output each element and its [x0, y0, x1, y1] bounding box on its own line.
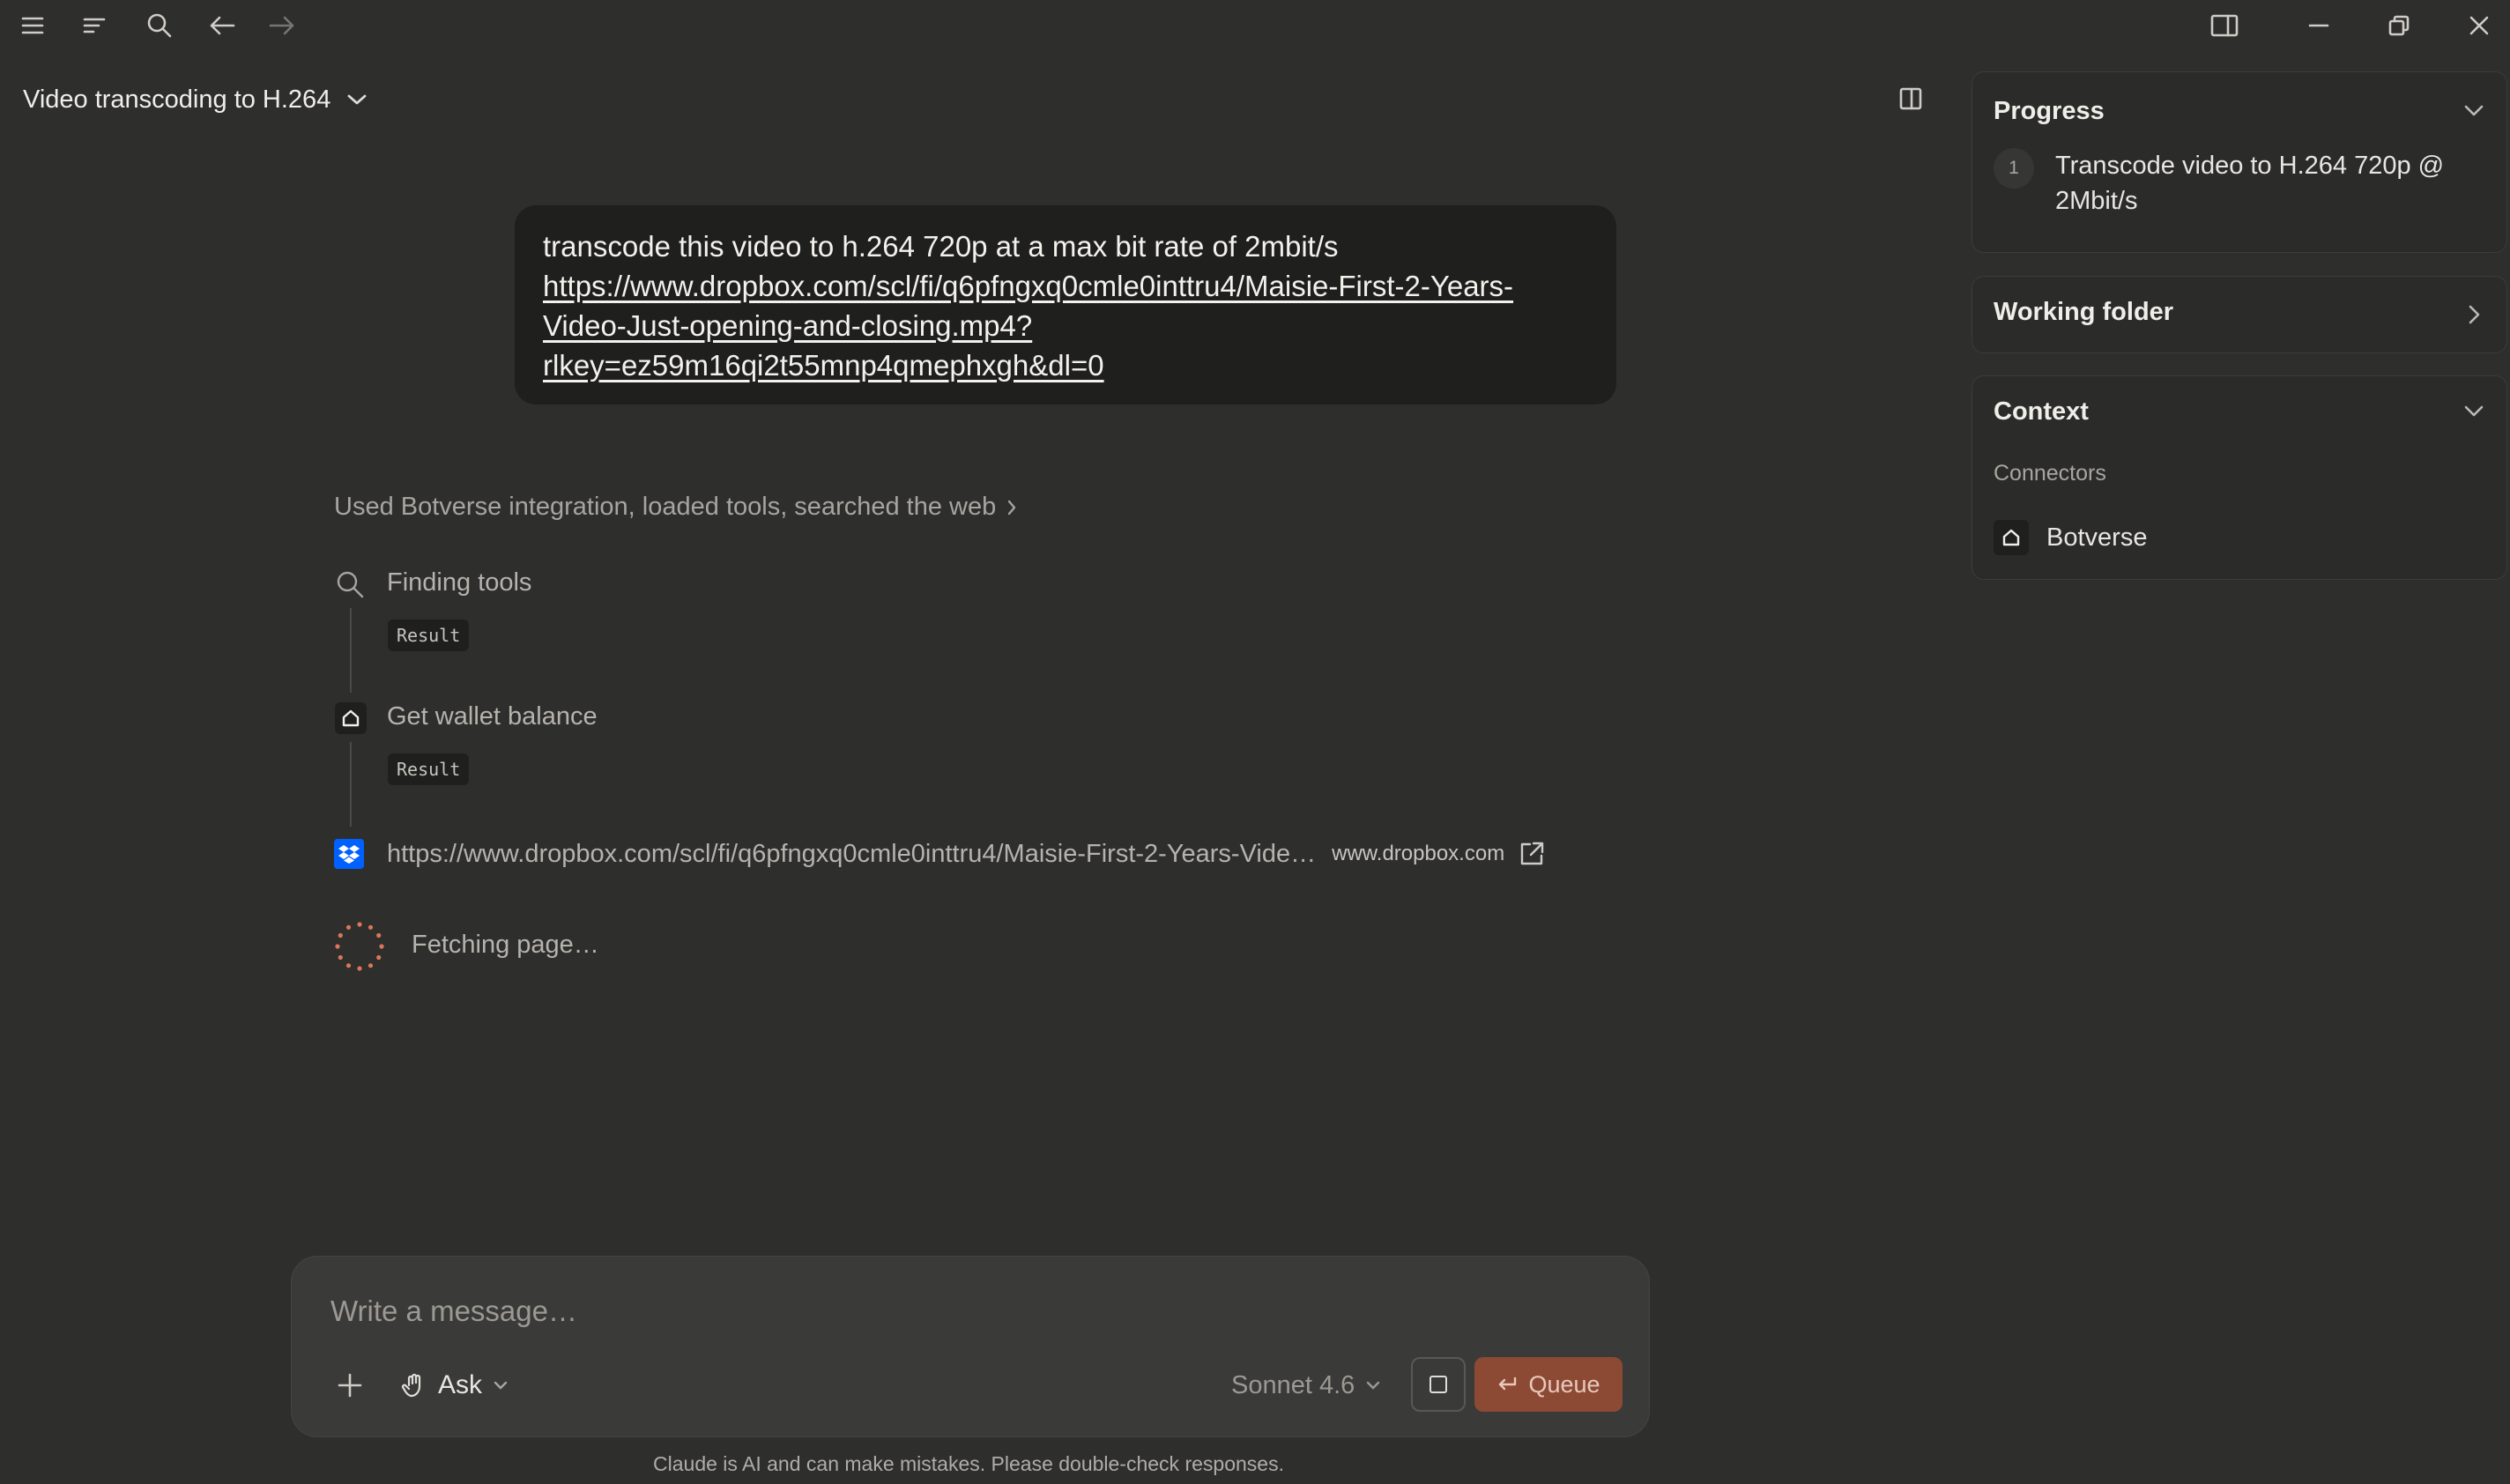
user-message: transcode this video to h.264 720p at a … — [515, 205, 1616, 404]
search-icon — [335, 569, 365, 599]
hand-icon — [401, 1372, 427, 1399]
working-folder-title: Working folder — [1994, 298, 2174, 326]
progress-step-text: Transcode video to H.264 720p @ 2Mbit/s — [2055, 148, 2444, 219]
search-icon[interactable] — [143, 9, 176, 42]
toggle-panel-icon[interactable] — [2209, 11, 2240, 41]
progress-step-line: Transcode video to H.264 720p @ — [2055, 152, 2445, 180]
minimize-icon[interactable] — [2304, 11, 2334, 41]
user-message-text: transcode this video to h.264 720p at a … — [543, 230, 1339, 263]
chevron-down-icon — [346, 93, 368, 107]
disclaimer: Claude is AI and can make mistakes. Plea… — [653, 1452, 1284, 1475]
activity-summary-text: Used Botverse integration, loaded tools,… — [334, 493, 997, 521]
fetched-link-row[interactable]: https://www.dropbox.com/scl/fi/q6pfngxq0… — [334, 835, 1603, 872]
conversation-title-dropdown[interactable]: Video transcoding to H.264 — [23, 81, 368, 118]
context-title: Context — [1994, 397, 2089, 426]
result-chip[interactable]: Result — [388, 753, 470, 785]
sidebar-list-icon[interactable] — [79, 11, 109, 41]
fetch-status: Fetching page… — [412, 931, 599, 959]
add-attachment-icon[interactable] — [330, 1366, 369, 1405]
video-link-line-2: Video-Just-opening-and-closing.mp4? — [543, 309, 1033, 342]
conversation-title: Video transcoding to H.264 — [23, 85, 331, 114]
enter-arrow-icon — [1496, 1376, 1518, 1393]
chevron-down-icon — [1365, 1380, 1381, 1391]
queue-label: Queue — [1528, 1370, 1600, 1398]
stop-button[interactable] — [1411, 1357, 1466, 1412]
message-input[interactable] — [329, 1290, 1566, 1332]
connector-name: Botverse — [2046, 523, 2148, 552]
menu-icon[interactable] — [18, 11, 48, 41]
forward-arrow-icon[interactable] — [266, 11, 298, 41]
chevron-down-icon[interactable] — [2462, 399, 2485, 422]
video-link-line-3: rlkey=ez59m16qi2t55mnp4qmephxgh&dl=0 — [543, 349, 1104, 382]
message-composer: Ask Sonnet 4.6 Queue — [291, 1256, 1650, 1437]
progress-step-number: 1 — [1994, 148, 2034, 189]
progress-step-line: 2Mbit/s — [2055, 187, 2138, 215]
chevron-down-icon — [493, 1380, 509, 1391]
back-arrow-icon[interactable] — [206, 11, 238, 41]
loading-spinner-icon — [334, 921, 385, 972]
stop-square-icon — [1430, 1376, 1447, 1393]
botverse-house-icon — [335, 702, 367, 734]
close-window-icon[interactable] — [2464, 11, 2494, 41]
chevron-right-icon — [2462, 303, 2485, 326]
tool-step-title: Get wallet balance — [387, 702, 598, 731]
step-number-text: 1 — [2009, 158, 2019, 178]
chevron-right-icon — [1006, 499, 1017, 516]
step-connector — [350, 608, 352, 693]
step-connector — [350, 742, 352, 827]
chevron-down-icon[interactable] — [2462, 99, 2485, 122]
context-card: Context Connectors Botverse — [1972, 375, 2507, 580]
result-chip[interactable]: Result — [388, 620, 470, 651]
dropbox-icon — [334, 839, 364, 869]
connector-item-botverse[interactable]: Botverse — [1994, 517, 2147, 558]
tool-step-title: Finding tools — [387, 568, 532, 597]
connectors-label: Connectors — [1994, 461, 2106, 486]
fetched-link-url: https://www.dropbox.com/scl/fi/q6pfngxq0… — [387, 839, 1317, 868]
model-label: Sonnet 4.6 — [1231, 1370, 1355, 1399]
botverse-house-icon — [1994, 520, 2029, 555]
activity-summary[interactable]: Used Botverse integration, loaded tools,… — [334, 493, 1017, 522]
fetched-link-domain: www.dropbox.com — [1332, 842, 1505, 865]
progress-title: Progress — [1994, 97, 2105, 125]
video-link[interactable]: https://www.dropbox.com/scl/fi/q6pfngxq0… — [543, 270, 1513, 382]
queue-button[interactable]: Queue — [1474, 1357, 1623, 1412]
progress-card: Progress 1 Transcode video to H.264 720p… — [1972, 71, 2507, 253]
working-folder-card[interactable]: Working folder — [1972, 276, 2507, 353]
side-panel-icon[interactable] — [1895, 83, 1927, 115]
video-link-line-1: https://www.dropbox.com/scl/fi/q6pfngxq0… — [543, 270, 1514, 302]
mode-selector[interactable]: Ask — [401, 1366, 509, 1405]
restore-icon[interactable] — [2384, 11, 2414, 41]
mode-label: Ask — [438, 1370, 483, 1399]
model-selector[interactable]: Sonnet 4.6 — [1231, 1366, 1381, 1405]
external-link-icon[interactable] — [1519, 841, 1545, 867]
